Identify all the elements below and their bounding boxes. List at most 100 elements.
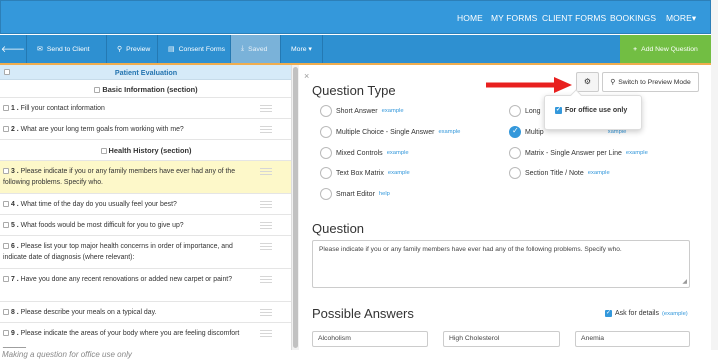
left-scrollbar[interactable] bbox=[292, 65, 299, 350]
ask-for-details-option[interactable]: ✓ Ask for details (example) bbox=[605, 310, 688, 317]
drag-handle-icon[interactable] bbox=[260, 201, 272, 208]
nav-home[interactable]: HOME bbox=[457, 13, 483, 23]
example-link[interactable]: (example) bbox=[662, 311, 688, 317]
question-number: 9 . bbox=[11, 330, 19, 337]
nav-bookings[interactable]: BOOKINGS bbox=[610, 13, 656, 23]
more-dropdown[interactable]: More ▾ bbox=[281, 35, 323, 63]
drag-handle-icon[interactable] bbox=[260, 243, 272, 250]
switch-preview-mode-button[interactable]: ⚲ Switch to Preview Mode bbox=[602, 72, 699, 92]
gear-icon: ⚙ bbox=[583, 77, 592, 86]
type-matrix-single[interactable]: Matrix - Single Answer per Line example bbox=[509, 147, 648, 159]
radio-button[interactable] bbox=[320, 188, 332, 200]
drag-handle-icon[interactable] bbox=[260, 276, 272, 283]
question-row[interactable]: 8 . Please describe your meals on a typi… bbox=[0, 302, 291, 323]
close-icon[interactable]: × bbox=[304, 71, 309, 81]
drag-handle-icon[interactable] bbox=[260, 105, 272, 112]
search-icon: ⚲ bbox=[610, 79, 616, 86]
checkbox-checked-icon[interactable]: ✓ bbox=[605, 310, 612, 317]
radio-button[interactable] bbox=[509, 105, 521, 117]
resize-grip-icon[interactable]: ◢ bbox=[682, 278, 687, 285]
question-row[interactable]: 1 . Fill your contact information bbox=[0, 98, 291, 119]
question-row[interactable]: 9 . Please indicate the areas of your bo… bbox=[0, 323, 291, 350]
example-link[interactable]: example bbox=[626, 150, 648, 156]
nav-more[interactable]: MORE▾ bbox=[666, 13, 696, 24]
drag-handle-icon[interactable] bbox=[260, 330, 272, 337]
question-text: What foods would be most difficult for y… bbox=[20, 222, 184, 229]
row-checkbox[interactable] bbox=[3, 105, 9, 112]
checkbox-checked-icon[interactable]: ✓ bbox=[555, 107, 562, 114]
radio-button-checked[interactable] bbox=[509, 126, 521, 138]
answer-input[interactable]: Anemia bbox=[575, 331, 690, 347]
drag-handle-icon[interactable] bbox=[260, 168, 272, 175]
radio-button[interactable] bbox=[320, 105, 332, 117]
saved-label: Saved bbox=[248, 45, 268, 53]
example-link[interactable]: example bbox=[388, 170, 410, 176]
nav-client-forms[interactable]: CLIENT FORMS bbox=[542, 13, 606, 23]
radio-button[interactable] bbox=[509, 147, 521, 159]
row-checkbox[interactable] bbox=[3, 243, 9, 250]
answer-input[interactable]: Alcoholism bbox=[312, 331, 428, 347]
scrollbar-thumb[interactable] bbox=[293, 67, 298, 348]
drag-handle-icon[interactable] bbox=[260, 126, 272, 133]
form-title-bar: Patient Evaluation bbox=[0, 65, 291, 80]
type-smart-editor[interactable]: Smart Editor help bbox=[320, 188, 390, 200]
envelope-icon: ✉ bbox=[37, 46, 43, 53]
question-row[interactable]: 7 . Have you done any recent renovations… bbox=[0, 269, 291, 302]
type-multiple-choice-single[interactable]: Multiple Choice - Single Answer example bbox=[320, 126, 460, 138]
help-link[interactable]: help bbox=[379, 191, 390, 197]
row-checkbox[interactable] bbox=[100, 148, 107, 155]
preview-button[interactable]: ⚲ Preview bbox=[107, 35, 158, 63]
question-row-selected[interactable]: 3 . Please indicate if you or any family… bbox=[0, 161, 291, 194]
answer-input[interactable]: High Cholesterol bbox=[443, 331, 560, 347]
saved-button[interactable]: ⤓ Saved bbox=[231, 35, 281, 63]
radio-button[interactable] bbox=[509, 167, 521, 179]
example-link[interactable]: example bbox=[382, 108, 404, 114]
consent-forms-label: Consent Forms bbox=[178, 45, 226, 53]
section-row[interactable]: Basic Information (section) bbox=[0, 80, 291, 98]
row-checkbox[interactable] bbox=[3, 201, 9, 208]
question-row[interactable]: 6 . Please list your top major health co… bbox=[0, 236, 291, 269]
editor-toolbar: 🡐 ✉ Send to Client ⚲ Preview ▤ Consent F… bbox=[0, 35, 711, 65]
row-checkbox[interactable] bbox=[3, 168, 9, 175]
radio-button[interactable] bbox=[320, 147, 332, 159]
question-textarea[interactable]: Please indicate if you or any family mem… bbox=[312, 240, 690, 288]
page-scrollbar[interactable] bbox=[711, 0, 718, 350]
row-checkbox[interactable] bbox=[3, 309, 9, 316]
office-use-option[interactable]: ✓ For office use only bbox=[555, 107, 627, 114]
select-all-checkbox[interactable] bbox=[4, 69, 10, 75]
section-row[interactable]: Health History (section) bbox=[0, 140, 291, 161]
nav-my-forms[interactable]: MY FORMS bbox=[491, 13, 537, 23]
radio-button[interactable] bbox=[320, 167, 332, 179]
question-textarea-value: Please indicate if you or any family mem… bbox=[319, 246, 622, 253]
example-link[interactable]: example bbox=[387, 150, 409, 156]
row-checkbox[interactable] bbox=[3, 330, 9, 337]
row-checkbox[interactable] bbox=[94, 87, 101, 94]
consent-forms-button[interactable]: ▤ Consent Forms bbox=[158, 35, 231, 63]
type-long-answer[interactable]: Long bbox=[509, 105, 541, 117]
drag-handle-icon[interactable] bbox=[260, 309, 272, 316]
question-row[interactable]: 5 . What foods would be most difficult f… bbox=[0, 215, 291, 236]
settings-button[interactable]: ⚙ bbox=[576, 72, 599, 92]
radio-button[interactable] bbox=[320, 126, 332, 138]
question-number: 4 . bbox=[11, 201, 19, 208]
drag-handle-icon[interactable] bbox=[260, 222, 272, 229]
more-label: More ▾ bbox=[291, 46, 312, 53]
type-short-answer[interactable]: Short Answer example bbox=[320, 105, 404, 117]
example-link[interactable]: example bbox=[438, 129, 460, 135]
type-text-box-matrix[interactable]: Text Box Matrix example bbox=[320, 167, 410, 179]
type-mixed-controls[interactable]: Mixed Controls example bbox=[320, 147, 409, 159]
type-label: Long bbox=[525, 107, 541, 115]
add-new-question-button[interactable]: + Add New Question bbox=[620, 35, 711, 63]
type-section-title[interactable]: Section Title / Note example bbox=[509, 167, 610, 179]
question-row[interactable]: 4 . What time of the day do you usually … bbox=[0, 194, 291, 215]
type-label: Section Title / Note bbox=[525, 169, 584, 177]
section-title: Basic Information (section) bbox=[102, 85, 198, 94]
row-checkbox[interactable] bbox=[3, 276, 9, 283]
question-row[interactable]: 2 . What are your long term goals from w… bbox=[0, 119, 291, 140]
example-link[interactable]: example bbox=[588, 170, 610, 176]
row-checkbox[interactable] bbox=[3, 126, 9, 133]
office-use-label: For office use only bbox=[565, 107, 628, 114]
send-to-client-button[interactable]: ✉ Send to Client bbox=[27, 35, 107, 63]
row-checkbox[interactable] bbox=[3, 222, 9, 229]
back-button[interactable]: 🡐 bbox=[0, 35, 27, 63]
